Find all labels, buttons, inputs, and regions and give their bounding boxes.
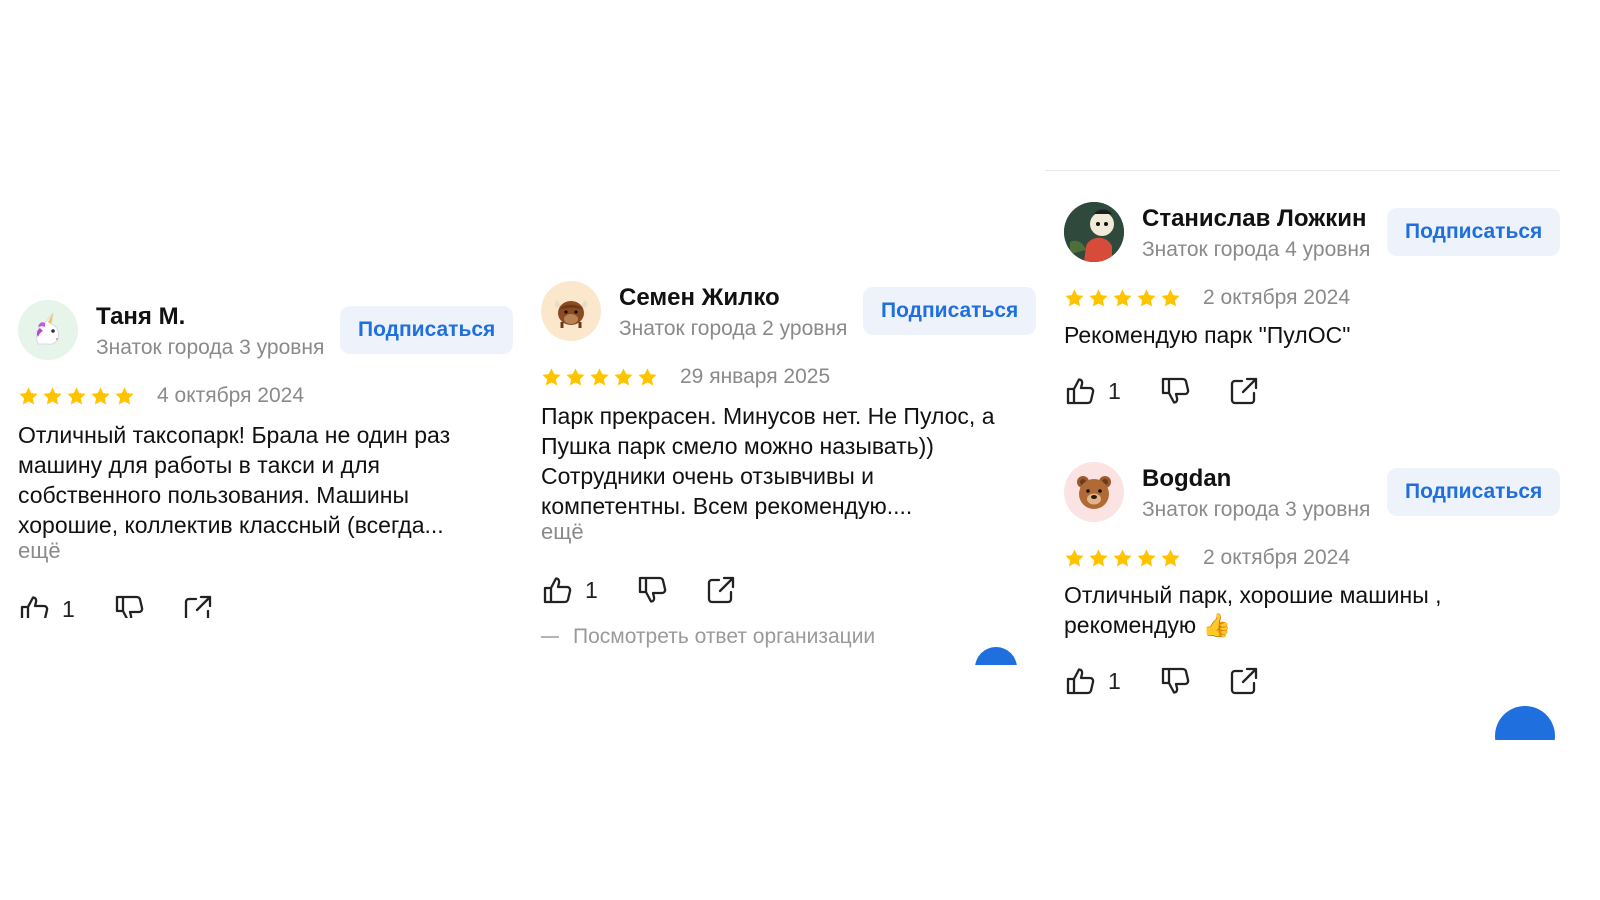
share-button[interactable] [704,573,738,607]
share-icon [1227,664,1261,698]
star-icon [1064,288,1085,309]
like-count: 1 [62,595,75,619]
review-card: Станислав Ложкин Знаток города 4 уровня … [1064,202,1560,452]
star-icon [1160,548,1181,569]
rating-stars [1064,288,1181,309]
rating: 2 октября 2024 [1064,546,1350,570]
more-link[interactable]: ещё [541,519,584,545]
dislike-button[interactable] [1159,374,1193,408]
star-icon [1112,288,1133,309]
star-icon [66,386,87,407]
thumbs-down-icon [636,573,670,607]
author-level: Знаток города 3 уровня [1142,498,1371,521]
star-icon [1112,548,1133,569]
rating: 4 октября 2024 [18,384,304,408]
review-text: Рекомендую парк "ПулОС" [1064,322,1351,348]
like-count: 1 [1108,667,1121,694]
cartoon-character-avatar-icon[interactable] [1064,202,1124,262]
like-button[interactable]: 1 [1064,664,1121,698]
yak-icon[interactable] [541,281,601,341]
subscribe-button[interactable]: Подписаться [863,287,1037,335]
subscribe-button[interactable]: Подписаться [1387,468,1560,516]
thumbs-up-icon [1064,374,1098,408]
dash-divider [541,636,559,638]
review-date: 2 октября 2024 [1203,546,1350,569]
star-icon [613,367,634,388]
author-name[interactable]: Семен Жилко [619,284,780,312]
author-level: Знаток города 2 уровня [619,317,848,340]
review-actions: 1 [541,573,738,607]
review-card-3-clip: Станислав Ложкин Знаток города 4 уровня … [1045,168,1560,740]
unicorn-icon[interactable] [18,300,78,360]
star-icon [1160,288,1181,309]
star-icon [565,367,586,388]
share-button[interactable] [181,592,215,618]
dislike-button[interactable] [1159,664,1193,698]
subscribe-button[interactable]: Подписаться [340,306,514,354]
like-count: 1 [1108,377,1121,404]
review-card: Таня М. Знаток города 3 уровня Подписать… [18,300,514,618]
star-icon [114,386,135,407]
dislike-button[interactable] [113,592,147,618]
author-name[interactable]: Bogdan [1142,465,1231,493]
org-reply-label: Посмотреть ответ организации [573,625,876,648]
thumbs-down-icon [1159,664,1193,698]
review-date: 2 октября 2024 [1203,286,1350,309]
like-button[interactable]: 1 [1064,374,1121,408]
thumbs-up-icon [541,573,575,607]
review-text: Отличный таксопарк! Брала не один раз ма… [18,422,451,538]
review-actions: 1 [18,592,215,618]
like-button[interactable]: 1 [18,592,75,618]
star-icon [42,386,63,407]
share-icon [1227,374,1261,408]
star-icon [1088,288,1109,309]
share-icon [181,592,215,618]
star-icon [541,367,562,388]
review-card-1-clip: Таня М. Знаток города 3 уровня Подписать… [0,280,520,618]
star-icon [1136,288,1157,309]
author-name[interactable]: Станислав Ложкин [1142,205,1367,233]
review-date: 29 января 2025 [680,365,831,388]
more-link[interactable]: ещё [18,538,61,564]
review-text: Отличный парк, хорошие машины , рекоменд… [1064,582,1442,638]
review-card: Bogdan Знаток города 3 уровня Подписатьс… [1064,462,1560,722]
thumbs-up-icon [1064,664,1098,698]
author-name[interactable]: Таня М. [96,303,185,331]
like-button[interactable]: 1 [541,573,598,607]
star-icon [589,367,610,388]
like-count: 1 [585,576,598,603]
rating-stars [18,386,135,407]
thumbs-down-icon [1159,374,1193,408]
review-card: Семен Жилко Знаток города 2 уровня Подпи… [541,281,1037,661]
review-card-2-clip: Семен Жилко Знаток города 2 уровня Подпи… [525,265,1040,665]
star-icon [1088,548,1109,569]
review-actions: 1 [1064,374,1261,408]
review-actions: 1 [1064,664,1261,698]
dislike-button[interactable] [636,573,670,607]
review-text: Парк прекрасен. Минусов нет. Не Пулос, а… [541,403,995,519]
author-level: Знаток города 4 уровня [1142,238,1371,261]
share-button[interactable] [1227,374,1261,408]
review-date: 4 октября 2024 [157,384,304,407]
rating: 2 октября 2024 [1064,286,1350,310]
thumbs-down-icon [113,592,147,618]
subscribe-button[interactable]: Подписаться [1387,208,1560,256]
star-icon [1136,548,1157,569]
rating-stars [1064,548,1181,569]
rating: 29 января 2025 [541,365,830,389]
bear-icon[interactable] [1064,462,1124,522]
share-icon [704,573,738,607]
thumbs-up-icon [18,592,52,618]
author-level: Знаток города 3 уровня [96,336,325,359]
share-button[interactable] [1227,664,1261,698]
org-reply-link[interactable]: Посмотреть ответ организации [541,625,875,649]
star-icon [637,367,658,388]
column-divider [1045,170,1560,171]
rating-stars [541,367,658,388]
star-icon [1064,548,1085,569]
star-icon [90,386,111,407]
star-icon [18,386,39,407]
